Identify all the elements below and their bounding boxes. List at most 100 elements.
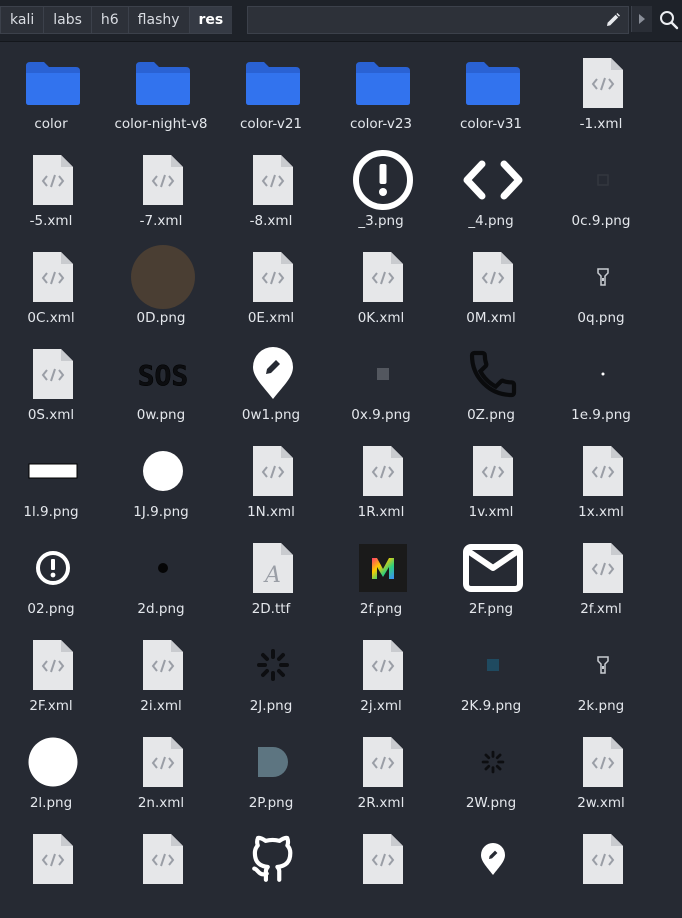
file-item[interactable]: A 2D.ttf <box>220 530 330 627</box>
file-item[interactable]: 1N.xml <box>220 433 330 530</box>
file-item[interactable]: 0M.xml <box>440 239 550 336</box>
file-name: 1N.xml <box>247 504 295 520</box>
file-item[interactable]: 0K.xml <box>330 239 440 336</box>
file-item[interactable]: 2n.xml <box>110 724 220 821</box>
xml-file-icon <box>461 439 525 503</box>
large-white-circle-icon <box>21 730 85 794</box>
file-item[interactable]: 2J.png <box>220 627 330 724</box>
file-item[interactable]: 0w1.png <box>220 336 330 433</box>
file-item[interactable]: 0C.xml <box>0 239 110 336</box>
file-item[interactable]: _4.png <box>440 142 550 239</box>
file-item[interactable]: 02.png <box>0 530 110 627</box>
breadcrumb-item-labs[interactable]: labs <box>43 6 91 34</box>
file-name: 0C.xml <box>27 310 75 326</box>
file-item[interactable]: 1v.xml <box>440 433 550 530</box>
file-item[interactable]: 2k.png <box>550 627 660 724</box>
file-item[interactable]: 2W.png <box>440 724 550 821</box>
xml-file-icon <box>351 439 415 503</box>
file-item[interactable]: 2l.png <box>0 724 110 821</box>
file-item[interactable]: -5.xml <box>0 142 110 239</box>
file-item[interactable]: 1J.9.png <box>110 433 220 530</box>
file-name: 2i.xml <box>140 698 182 714</box>
file-item[interactable]: 1l.9.png <box>0 433 110 530</box>
file-name: 1x.xml <box>578 504 624 520</box>
file-item[interactable]: 1R.xml <box>330 433 440 530</box>
file-item[interactable]: 1x.xml <box>550 433 660 530</box>
slate-rounded-shape-icon <box>241 730 305 794</box>
file-item[interactable] <box>110 821 220 918</box>
xml-file-icon <box>351 730 415 794</box>
file-name: 2w.xml <box>577 795 625 811</box>
file-item[interactable]: 2j.xml <box>330 627 440 724</box>
file-item[interactable]: 2K.9.png <box>440 627 550 724</box>
file-item[interactable] <box>220 821 330 918</box>
file-item[interactable]: 2F.xml <box>0 627 110 724</box>
file-item[interactable]: 2d.png <box>110 530 220 627</box>
file-item[interactable]: 2R.xml <box>330 724 440 821</box>
file-name: 2j.xml <box>360 698 402 714</box>
file-item[interactable]: _3.png <box>330 142 440 239</box>
file-item[interactable]: 1e.9.png <box>550 336 660 433</box>
tiny-dark-square-icon <box>571 148 635 212</box>
file-item[interactable]: 2f.xml <box>550 530 660 627</box>
file-item[interactable]: 2P.png <box>220 724 330 821</box>
brown-circle-icon <box>131 245 195 309</box>
file-item[interactable]: color-night-v8 <box>110 45 220 142</box>
file-item[interactable]: SOS 0w.png <box>110 336 220 433</box>
file-name: 1e.9.png <box>571 407 631 423</box>
file-item[interactable]: color <box>0 45 110 142</box>
file-item[interactable]: 2F.png <box>440 530 550 627</box>
file-name: 1l.9.png <box>23 504 79 520</box>
file-item[interactable]: 0D.png <box>110 239 220 336</box>
folder-icon <box>351 51 415 115</box>
file-item[interactable]: 2i.xml <box>110 627 220 724</box>
breadcrumb-item-h6[interactable]: h6 <box>90 6 128 34</box>
breadcrumb-item-res[interactable]: res <box>188 6 233 34</box>
file-item[interactable] <box>440 821 550 918</box>
file-item[interactable]: color-v23 <box>330 45 440 142</box>
file-item[interactable] <box>330 821 440 918</box>
breadcrumb-item-flashy[interactable]: flashy <box>127 6 189 34</box>
map-pin-pencil-icon <box>241 342 305 406</box>
file-item[interactable]: 0c.9.png <box>550 142 660 239</box>
gradient-m-logo-icon <box>351 536 415 600</box>
file-item[interactable]: -7.xml <box>110 142 220 239</box>
file-name: 2R.xml <box>357 795 405 811</box>
file-item[interactable]: 0x.9.png <box>330 336 440 433</box>
file-grid: color color-night-v8 color-v21 color-v23 col… <box>0 45 682 918</box>
file-name: color <box>34 116 68 132</box>
file-name: 2J.png <box>249 698 293 714</box>
location-bar[interactable] <box>247 6 629 34</box>
small-gray-square-icon <box>351 342 415 406</box>
font-file-icon: A <box>241 536 305 600</box>
file-name: 2n.xml <box>137 795 185 811</box>
alert-circle-outline-icon <box>351 148 415 212</box>
file-item[interactable] <box>550 821 660 918</box>
file-name: 02.png <box>27 601 75 617</box>
envelope-icon <box>461 536 525 600</box>
file-item[interactable]: color-v31 <box>440 45 550 142</box>
next-path-arrow-icon[interactable] <box>631 6 652 32</box>
file-name: 2F.png <box>468 601 514 617</box>
breadcrumb-item-kali[interactable]: kali <box>0 6 44 34</box>
search-icon[interactable] <box>659 10 679 30</box>
file-name: color-v23 <box>349 116 413 132</box>
file-item[interactable]: 0q.png <box>550 239 660 336</box>
edit-location-pencil-icon[interactable] <box>605 12 621 28</box>
file-item[interactable]: 2w.xml <box>550 724 660 821</box>
file-name: 2d.png <box>137 601 185 617</box>
file-item[interactable]: -8.xml <box>220 142 330 239</box>
file-item[interactable]: -1.xml <box>550 45 660 142</box>
file-item[interactable]: 0S.xml <box>0 336 110 433</box>
file-item[interactable]: 0E.xml <box>220 239 330 336</box>
file-item[interactable] <box>0 821 110 918</box>
file-item[interactable]: 2f.png <box>330 530 440 627</box>
file-item[interactable]: color-v21 <box>220 45 330 142</box>
file-name: 0c.9.png <box>571 213 631 229</box>
xml-file-icon <box>571 536 635 600</box>
file-item[interactable]: 0Z.png <box>440 336 550 433</box>
file-name: 1J.9.png <box>133 504 189 520</box>
xml-file-icon <box>241 148 305 212</box>
file-name: -8.xml <box>249 213 293 229</box>
file-name: _4.png <box>468 213 514 229</box>
